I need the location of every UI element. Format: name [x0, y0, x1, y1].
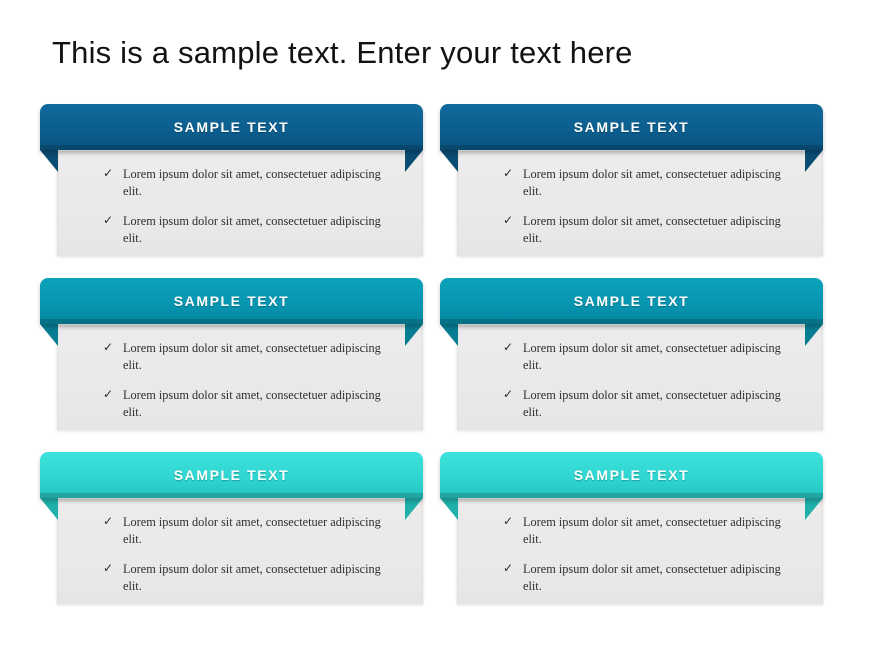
card-grid: SAMPLE TEXT ✓ Lorem ipsum dolor sit amet…	[40, 104, 830, 614]
list-item: ✓ Lorem ipsum dolor sit amet, consectetu…	[503, 213, 785, 246]
check-icon: ✓	[503, 561, 514, 575]
card-6[interactable]: SAMPLE TEXT ✓ Lorem ipsum dolor sit amet…	[440, 452, 823, 607]
check-icon: ✓	[103, 387, 114, 401]
card-6-header-label: SAMPLE TEXT	[573, 467, 690, 483]
list-item: ✓ Lorem ipsum dolor sit amet, consectetu…	[103, 514, 385, 547]
page-title: This is a sample text. Enter your text h…	[52, 35, 633, 70]
card-3-body: ✓ Lorem ipsum dolor sit amet, consectetu…	[57, 325, 423, 430]
ribbon-tail-left-icon	[440, 498, 458, 520]
card-3-header-label: SAMPLE TEXT	[173, 293, 290, 309]
card-5-body: ✓ Lorem ipsum dolor sit amet, consectetu…	[57, 499, 423, 604]
check-icon: ✓	[103, 561, 114, 575]
check-icon: ✓	[503, 166, 514, 180]
check-icon: ✓	[103, 213, 114, 227]
list-item-text: Lorem ipsum dolor sit amet, consectetuer…	[123, 167, 381, 198]
list-item-text: Lorem ipsum dolor sit amet, consectetuer…	[123, 515, 381, 546]
ribbon-tail-right-icon	[405, 324, 423, 346]
card-5[interactable]: SAMPLE TEXT ✓ Lorem ipsum dolor sit amet…	[40, 452, 423, 607]
check-icon: ✓	[503, 514, 514, 528]
ribbon-tail-left-icon	[440, 150, 458, 172]
list-item-text: Lorem ipsum dolor sit amet, consectetuer…	[123, 562, 381, 593]
card-2-header-label: SAMPLE TEXT	[573, 119, 690, 135]
list-item: ✓ Lorem ipsum dolor sit amet, consectetu…	[103, 387, 385, 420]
list-item: ✓ Lorem ipsum dolor sit amet, consectetu…	[503, 561, 785, 594]
check-icon: ✓	[103, 340, 114, 354]
card-5-header-ribbon[interactable]: SAMPLE TEXT	[40, 452, 423, 498]
ribbon-tail-left-icon	[440, 324, 458, 346]
card-1-body: ✓ Lorem ipsum dolor sit amet, consectetu…	[57, 151, 423, 256]
ribbon-tail-left-icon	[40, 150, 58, 172]
card-2[interactable]: SAMPLE TEXT ✓ Lorem ipsum dolor sit amet…	[440, 104, 823, 259]
ribbon-tail-right-icon	[805, 498, 823, 520]
card-2-header-ribbon[interactable]: SAMPLE TEXT	[440, 104, 823, 150]
ribbon-tail-left-icon	[40, 324, 58, 346]
card-3[interactable]: SAMPLE TEXT ✓ Lorem ipsum dolor sit amet…	[40, 278, 423, 433]
card-6-header-ribbon[interactable]: SAMPLE TEXT	[440, 452, 823, 498]
ribbon-tail-right-icon	[805, 324, 823, 346]
list-item: ✓ Lorem ipsum dolor sit amet, consectetu…	[503, 340, 785, 373]
list-item-text: Lorem ipsum dolor sit amet, consectetuer…	[523, 167, 781, 198]
check-icon: ✓	[503, 213, 514, 227]
list-item-text: Lorem ipsum dolor sit amet, consectetuer…	[523, 388, 781, 419]
list-item-text: Lorem ipsum dolor sit amet, consectetuer…	[523, 341, 781, 372]
list-item: ✓ Lorem ipsum dolor sit amet, consectetu…	[103, 213, 385, 246]
card-6-bullet-list: ✓ Lorem ipsum dolor sit amet, consectetu…	[503, 514, 809, 594]
card-1-header-label: SAMPLE TEXT	[173, 119, 290, 135]
card-2-body: ✓ Lorem ipsum dolor sit amet, consectetu…	[457, 151, 823, 256]
ribbon-tail-right-icon	[405, 498, 423, 520]
card-1[interactable]: SAMPLE TEXT ✓ Lorem ipsum dolor sit amet…	[40, 104, 423, 259]
list-item: ✓ Lorem ipsum dolor sit amet, consectetu…	[103, 340, 385, 373]
list-item: ✓ Lorem ipsum dolor sit amet, consectetu…	[503, 514, 785, 547]
card-2-bullet-list: ✓ Lorem ipsum dolor sit amet, consectetu…	[503, 166, 809, 246]
card-6-body: ✓ Lorem ipsum dolor sit amet, consectetu…	[457, 499, 823, 604]
list-item-text: Lorem ipsum dolor sit amet, consectetuer…	[123, 214, 381, 245]
slide-canvas: This is a sample text. Enter your text h…	[0, 0, 870, 653]
card-4-header-label: SAMPLE TEXT	[573, 293, 690, 309]
card-4-body: ✓ Lorem ipsum dolor sit amet, consectetu…	[457, 325, 823, 430]
card-1-bullet-list: ✓ Lorem ipsum dolor sit amet, consectetu…	[103, 166, 409, 246]
card-1-header-ribbon[interactable]: SAMPLE TEXT	[40, 104, 423, 150]
check-icon: ✓	[103, 166, 114, 180]
card-4-bullet-list: ✓ Lorem ipsum dolor sit amet, consectetu…	[503, 340, 809, 420]
card-3-bullet-list: ✓ Lorem ipsum dolor sit amet, consectetu…	[103, 340, 409, 420]
list-item-text: Lorem ipsum dolor sit amet, consectetuer…	[523, 214, 781, 245]
list-item: ✓ Lorem ipsum dolor sit amet, consectetu…	[103, 561, 385, 594]
card-3-header-ribbon[interactable]: SAMPLE TEXT	[40, 278, 423, 324]
list-item: ✓ Lorem ipsum dolor sit amet, consectetu…	[503, 387, 785, 420]
list-item: ✓ Lorem ipsum dolor sit amet, consectetu…	[503, 166, 785, 199]
list-item-text: Lorem ipsum dolor sit amet, consectetuer…	[523, 515, 781, 546]
check-icon: ✓	[503, 340, 514, 354]
card-5-bullet-list: ✓ Lorem ipsum dolor sit amet, consectetu…	[103, 514, 409, 594]
check-icon: ✓	[503, 387, 514, 401]
list-item-text: Lorem ipsum dolor sit amet, consectetuer…	[123, 388, 381, 419]
card-5-header-label: SAMPLE TEXT	[173, 467, 290, 483]
list-item-text: Lorem ipsum dolor sit amet, consectetuer…	[123, 341, 381, 372]
card-4-header-ribbon[interactable]: SAMPLE TEXT	[440, 278, 823, 324]
check-icon: ✓	[103, 514, 114, 528]
ribbon-tail-right-icon	[805, 150, 823, 172]
list-item: ✓ Lorem ipsum dolor sit amet, consectetu…	[103, 166, 385, 199]
card-4[interactable]: SAMPLE TEXT ✓ Lorem ipsum dolor sit amet…	[440, 278, 823, 433]
ribbon-tail-right-icon	[405, 150, 423, 172]
list-item-text: Lorem ipsum dolor sit amet, consectetuer…	[523, 562, 781, 593]
ribbon-tail-left-icon	[40, 498, 58, 520]
